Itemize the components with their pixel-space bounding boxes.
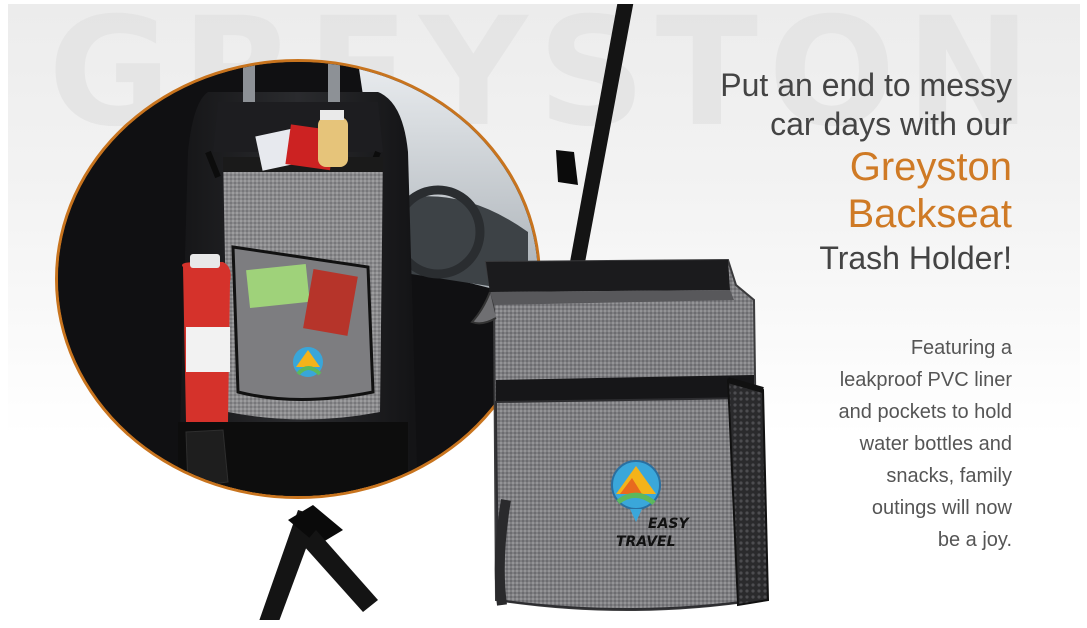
logo-text-travel: TRAVEL bbox=[616, 534, 676, 550]
description-line: be a joy. bbox=[937, 529, 1012, 551]
logo-text-easy: EASY bbox=[648, 516, 690, 532]
headline: Put an end to messy car days with our Gr… bbox=[720, 66, 1012, 278]
trash-holder-product: EASY TRAVEL bbox=[259, 4, 770, 620]
headline-line-1: Put an end to messy bbox=[720, 67, 1012, 103]
product-name-line-2: Backseat bbox=[847, 192, 1012, 236]
product-name-line-1: Greyston bbox=[849, 145, 1012, 189]
product-description: Featuring a leakproof PVC liner and pock… bbox=[752, 332, 1012, 556]
buckle-icon bbox=[556, 150, 578, 185]
description-line: water bottles and bbox=[859, 433, 1012, 455]
description-line: and pockets to hold bbox=[838, 401, 1012, 423]
headline-line-2: car days with our bbox=[770, 106, 1012, 142]
description-line: snacks, family bbox=[886, 465, 1012, 487]
description-line: Featuring a bbox=[910, 337, 1012, 359]
headline-line-3: Trash Holder! bbox=[819, 240, 1012, 276]
description-line: leakproof PVC liner bbox=[839, 369, 1012, 391]
promo-banner: GREYSTON EASY TRAVEL Put an end to messy… bbox=[8, 4, 1080, 620]
description-line: outings will now bbox=[871, 497, 1012, 519]
